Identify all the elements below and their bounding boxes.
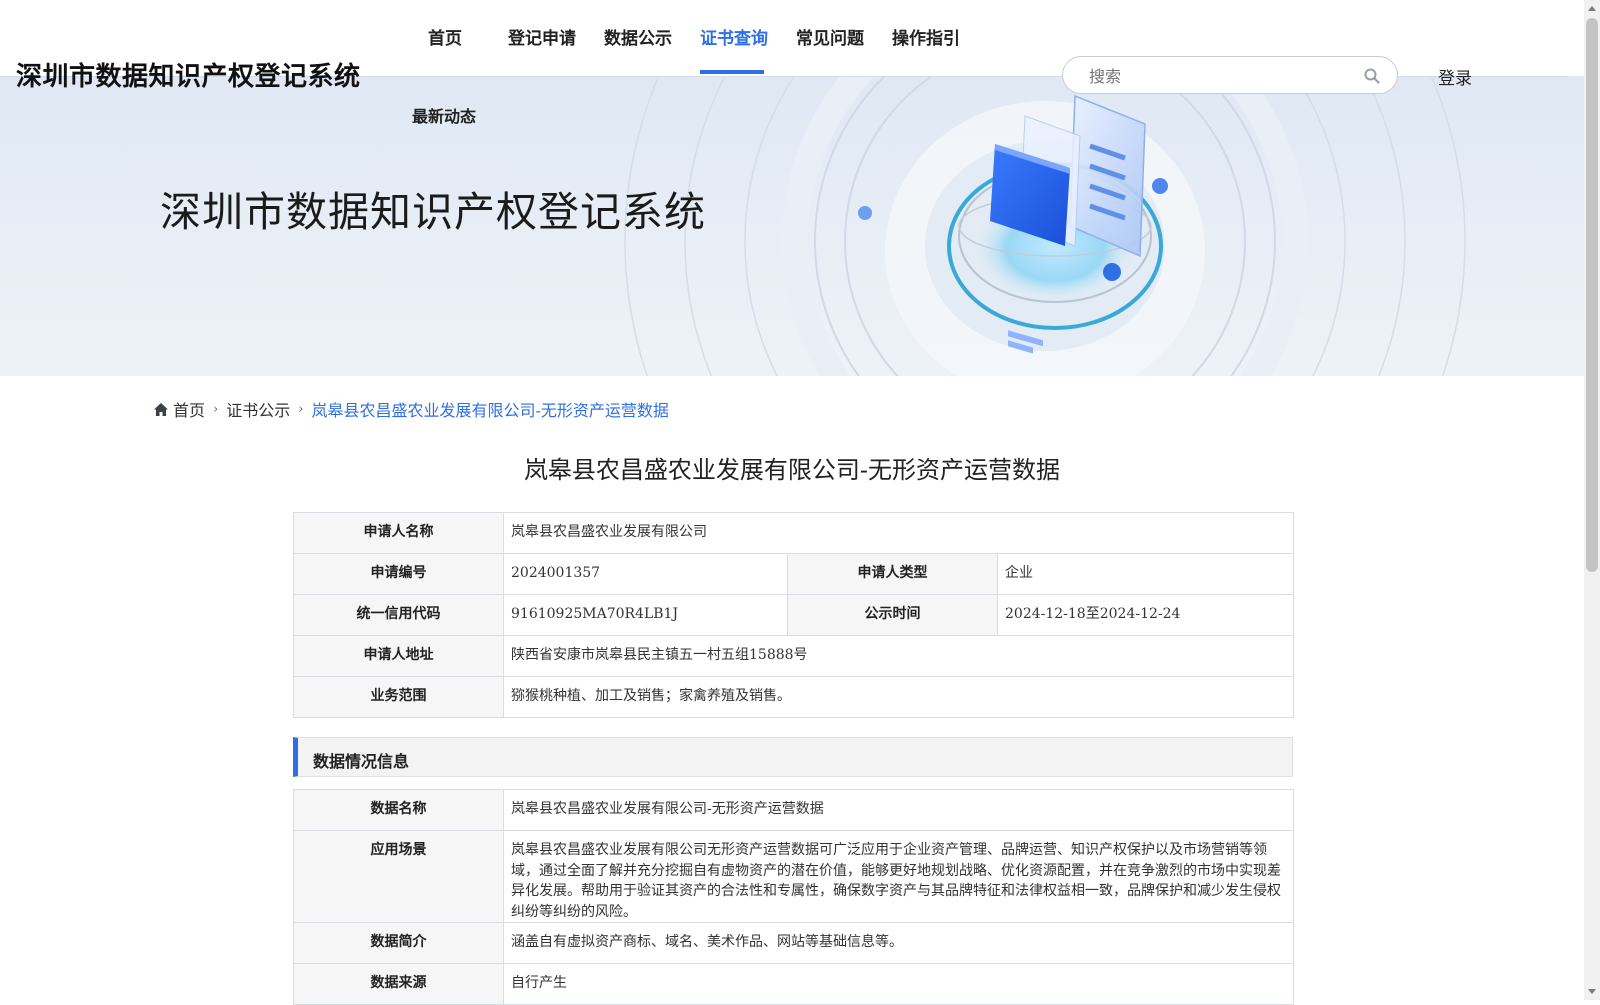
data-source-value: 自行产生 bbox=[503, 963, 1294, 1005]
table-row: 数据简介 涵盖自有虚拟资产商标、域名、美术作品、网站等基础信息等。 bbox=[293, 922, 1294, 964]
table-row: 数据名称 岚皋县农昌盛农业发展有限公司-无形资产运营数据 bbox=[293, 789, 1294, 831]
chevron-right-icon: › bbox=[298, 401, 304, 417]
data-info-table: 数据名称 岚皋县农昌盛农业发展有限公司-无形资产运营数据 应用场景 岚皋县农昌盛… bbox=[293, 789, 1294, 1005]
table-row: 业务范围 猕猴桃种植、加工及销售；家禽养殖及销售。 bbox=[293, 676, 1295, 718]
nav-guide[interactable]: 操作指引 bbox=[892, 24, 960, 49]
application-scenario-label: 应用场景 bbox=[293, 830, 504, 923]
business-scope-value: 猕猴桃种植、加工及销售；家禽养殖及销售。 bbox=[502, 676, 1295, 718]
application-number-label: 申请编号 bbox=[293, 553, 504, 595]
data-summary-value: 涵盖自有虚拟资产商标、域名、美术作品、网站等基础信息等。 bbox=[503, 922, 1294, 964]
breadcrumb: 首页 › 证书公示 › 岚皋县农昌盛农业发展有限公司-无形资产运营数据 bbox=[154, 397, 669, 421]
breadcrumb-home[interactable]: 首页 bbox=[173, 397, 205, 421]
login-link[interactable]: 登录 bbox=[1438, 64, 1472, 89]
application-number-value: 2024001357 bbox=[503, 553, 788, 595]
data-name-label: 数据名称 bbox=[293, 789, 504, 831]
page-scrollbar[interactable] bbox=[1584, 0, 1600, 1000]
table-row: 申请人地址 陕西省安康市岚皋县民主镇五一村五组15888号 bbox=[293, 635, 1295, 677]
nav-certificate-query[interactable]: 证书查询 bbox=[700, 24, 768, 49]
scrollbar-thumb[interactable] bbox=[1586, 18, 1598, 572]
nav-faq[interactable]: 常见问题 bbox=[796, 24, 864, 49]
applicant-info-table: 申请人名称 岚皋县农昌盛农业发展有限公司 申请编号 2024001357 申请人… bbox=[293, 512, 1295, 718]
nav-data-publicity[interactable]: 数据公示 bbox=[604, 24, 672, 49]
table-row: 数据来源 自行产生 bbox=[293, 963, 1294, 1005]
breadcrumb-certificate-publicity[interactable]: 证书公示 bbox=[226, 397, 290, 421]
search-box bbox=[1062, 56, 1398, 94]
data-source-label: 数据来源 bbox=[293, 963, 504, 1005]
applicant-address-value: 陕西省安康市岚皋县民主镇五一村五组15888号 bbox=[502, 635, 1295, 677]
active-tab-indicator bbox=[700, 70, 764, 74]
nav-home[interactable]: 首页 bbox=[428, 24, 462, 49]
search-input[interactable] bbox=[1087, 65, 1351, 87]
applicant-name-value: 岚皋县农昌盛农业发展有限公司 bbox=[502, 512, 1295, 554]
table-row: 申请人名称 岚皋县农昌盛农业发展有限公司 bbox=[293, 512, 1295, 554]
credit-code-label: 统一信用代码 bbox=[293, 594, 504, 636]
publicity-period-value: 2024-12-18至2024-12-24 bbox=[996, 594, 1295, 636]
applicant-type-value: 企业 bbox=[996, 553, 1295, 595]
applicant-name-label: 申请人名称 bbox=[293, 512, 504, 554]
table-row: 申请编号 2024001357 申请人类型 企业 bbox=[293, 553, 1295, 595]
nav-latest-news[interactable]: 最新动态 bbox=[412, 103, 476, 127]
data-name-value: 岚皋县农昌盛农业发展有限公司-无形资产运营数据 bbox=[503, 789, 1294, 831]
chevron-right-icon: › bbox=[213, 401, 219, 417]
section-title: 数据情况信息 bbox=[313, 752, 410, 771]
nav-registration[interactable]: 登记申请 bbox=[508, 24, 576, 49]
search-icon[interactable] bbox=[1363, 67, 1381, 85]
scroll-up-arrow-icon[interactable] bbox=[1587, 4, 1597, 14]
applicant-address-label: 申请人地址 bbox=[293, 635, 504, 677]
table-row: 应用场景 岚皋县农昌盛农业发展有限公司无形资产运营数据可广泛应用于企业资产管理、… bbox=[293, 830, 1294, 923]
application-scenario-value: 岚皋县农昌盛农业发展有限公司无形资产运营数据可广泛应用于企业资产管理、品牌运营、… bbox=[503, 830, 1294, 923]
credit-code-value: 91610925MA70R4LB1J bbox=[503, 594, 788, 636]
publicity-period-label: 公示时间 bbox=[787, 594, 998, 636]
table-row: 统一信用代码 91610925MA70R4LB1J 公示时间 2024-12-1… bbox=[293, 594, 1295, 636]
applicant-type-label: 申请人类型 bbox=[787, 553, 998, 595]
scroll-down-arrow-icon[interactable] bbox=[1587, 986, 1597, 996]
data-summary-label: 数据简介 bbox=[293, 922, 504, 964]
site-title: 深圳市数据知识产权登记系统 bbox=[16, 62, 361, 92]
page-title: 岚皋县农昌盛农业发展有限公司-无形资产运营数据 bbox=[523, 456, 1061, 484]
home-icon bbox=[154, 402, 168, 416]
business-scope-label: 业务范围 bbox=[293, 676, 504, 718]
data-info-section-header: 数据情况信息 bbox=[293, 737, 1293, 777]
hero-banner: 深圳市数据知识产权登记系统 bbox=[0, 76, 1584, 376]
banner-title: 深圳市数据知识产权登记系统 bbox=[160, 188, 706, 236]
breadcrumb-current: 岚皋县农昌盛农业发展有限公司-无形资产运营数据 bbox=[311, 401, 669, 420]
